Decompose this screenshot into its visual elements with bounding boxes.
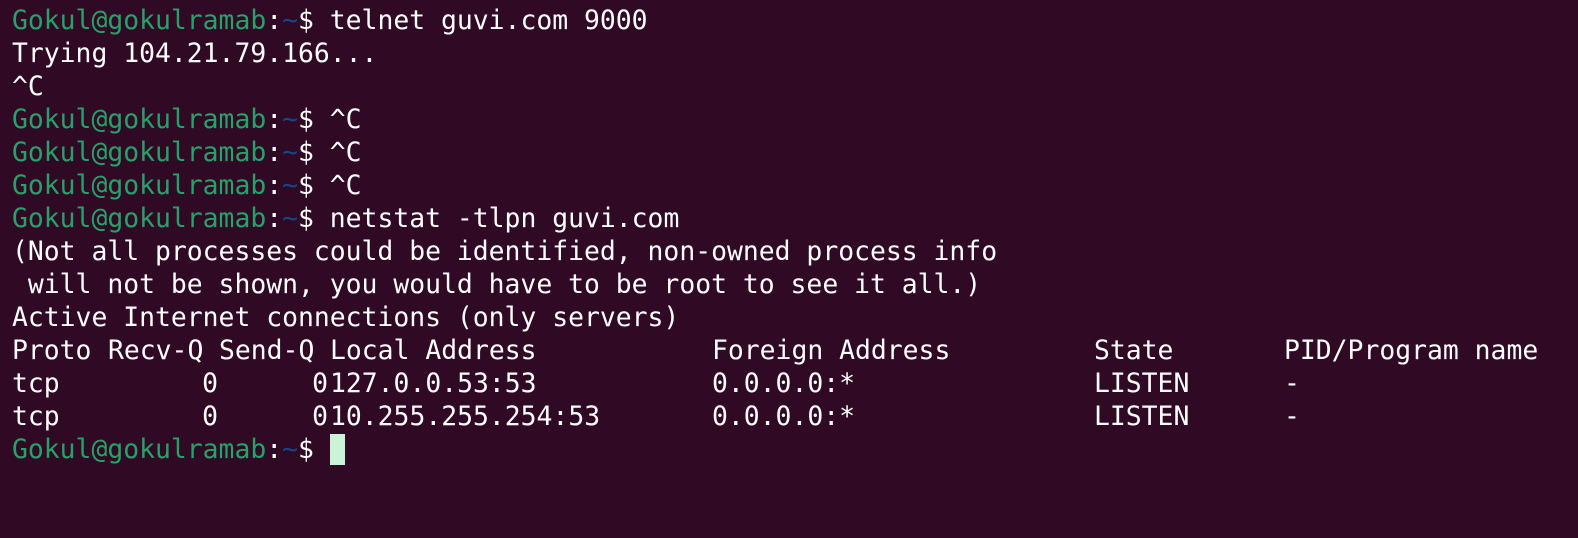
header-send-q: Send-Q: [219, 335, 315, 366]
prompt-dollar: $: [298, 203, 330, 234]
cell-proto: tcp: [12, 401, 60, 432]
prompt-path: ~: [282, 104, 298, 135]
prompt-line: Gokul@gokulramab:~$ ^C: [12, 103, 1566, 136]
prompt-user-host: Gokul@gokulramab: [12, 203, 267, 234]
prompt-colon: :: [266, 137, 283, 168]
prompt-line-active[interactable]: Gokul@gokulramab:~$: [12, 433, 1566, 466]
prompt-colon: :: [266, 104, 283, 135]
text-cursor[interactable]: [329, 434, 345, 465]
prompt-path: ~: [282, 170, 298, 201]
cell-recv-q: 0: [202, 401, 218, 432]
output-line: will not be shown, you would have to be …: [12, 269, 982, 300]
prompt-colon: :: [266, 170, 283, 201]
cell-foreign-address: 0.0.0.0:*: [712, 401, 855, 432]
header-recv-q: Recv-Q: [108, 335, 204, 366]
prompt-path: ~: [282, 203, 298, 234]
prompt-dollar: $: [298, 5, 330, 36]
prompt-colon: :: [266, 5, 283, 36]
netstat-header-row: Proto Recv-Q Send-Q Local Address Foreig…: [12, 334, 1566, 367]
header-foreign-address: Foreign Address: [712, 335, 951, 366]
cell-state: LISTEN: [1094, 368, 1190, 399]
cell-pid-program: -: [1284, 368, 1300, 399]
prompt-path: ~: [282, 5, 298, 36]
cell-foreign-address: 0.0.0.0:*: [712, 368, 855, 399]
prompt-dollar: $: [298, 170, 330, 201]
output-line: (Not all processes could be identified, …: [12, 236, 998, 267]
command-text: telnet guvi.com 9000: [329, 5, 648, 36]
header-proto: Proto: [12, 335, 92, 366]
prompt-path: ~: [282, 434, 298, 465]
header-pid-program: PID/Program name: [1284, 335, 1539, 366]
prompt-line: Gokul@gokulramab:~$ telnet guvi.com 9000: [12, 4, 1566, 37]
cell-send-q: 0: [312, 401, 328, 432]
command-text: ^C: [329, 170, 362, 201]
netstat-row: tcp 0 0 127.0.0.53:53 0.0.0.0:* LISTEN -: [12, 367, 1566, 400]
prompt-dollar: $: [298, 104, 330, 135]
command-text: netstat -tlpn guvi.com: [329, 203, 680, 234]
prompt-dollar: $: [298, 434, 330, 465]
prompt-colon: :: [266, 434, 283, 465]
cell-proto: tcp: [12, 368, 60, 399]
output-line: Active Internet connections (only server…: [12, 302, 680, 333]
prompt-user-host: Gokul@gokulramab: [12, 5, 267, 36]
header-local-address: Local Address: [330, 335, 537, 366]
command-text: ^C: [329, 104, 362, 135]
cell-recv-q: 0: [202, 368, 218, 399]
command-text: ^C: [329, 137, 362, 168]
header-state: State: [1094, 335, 1174, 366]
output-line: ^C: [12, 71, 44, 102]
cell-local-address: 10.255.255.254:53: [330, 401, 601, 432]
output-line: Trying 104.21.79.166...: [12, 38, 378, 69]
prompt-user-host: Gokul@gokulramab: [12, 104, 267, 135]
prompt-user-host: Gokul@gokulramab: [12, 137, 267, 168]
cell-local-address: 127.0.0.53:53: [330, 368, 537, 399]
terminal-window[interactable]: Gokul@gokulramab:~$ telnet guvi.com 9000…: [0, 0, 1578, 538]
prompt-line: Gokul@gokulramab:~$ netstat -tlpn guvi.c…: [12, 202, 1566, 235]
prompt-path: ~: [282, 137, 298, 168]
cell-send-q: 0: [312, 368, 328, 399]
cell-state: LISTEN: [1094, 401, 1190, 432]
prompt-line: Gokul@gokulramab:~$ ^C: [12, 136, 1566, 169]
prompt-user-host: Gokul@gokulramab: [12, 170, 267, 201]
prompt-dollar: $: [298, 137, 330, 168]
netstat-row: tcp 0 0 10.255.255.254:53 0.0.0.0:* LIST…: [12, 400, 1566, 433]
prompt-line: Gokul@gokulramab:~$ ^C: [12, 169, 1566, 202]
cell-pid-program: -: [1284, 401, 1300, 432]
prompt-colon: :: [266, 203, 283, 234]
